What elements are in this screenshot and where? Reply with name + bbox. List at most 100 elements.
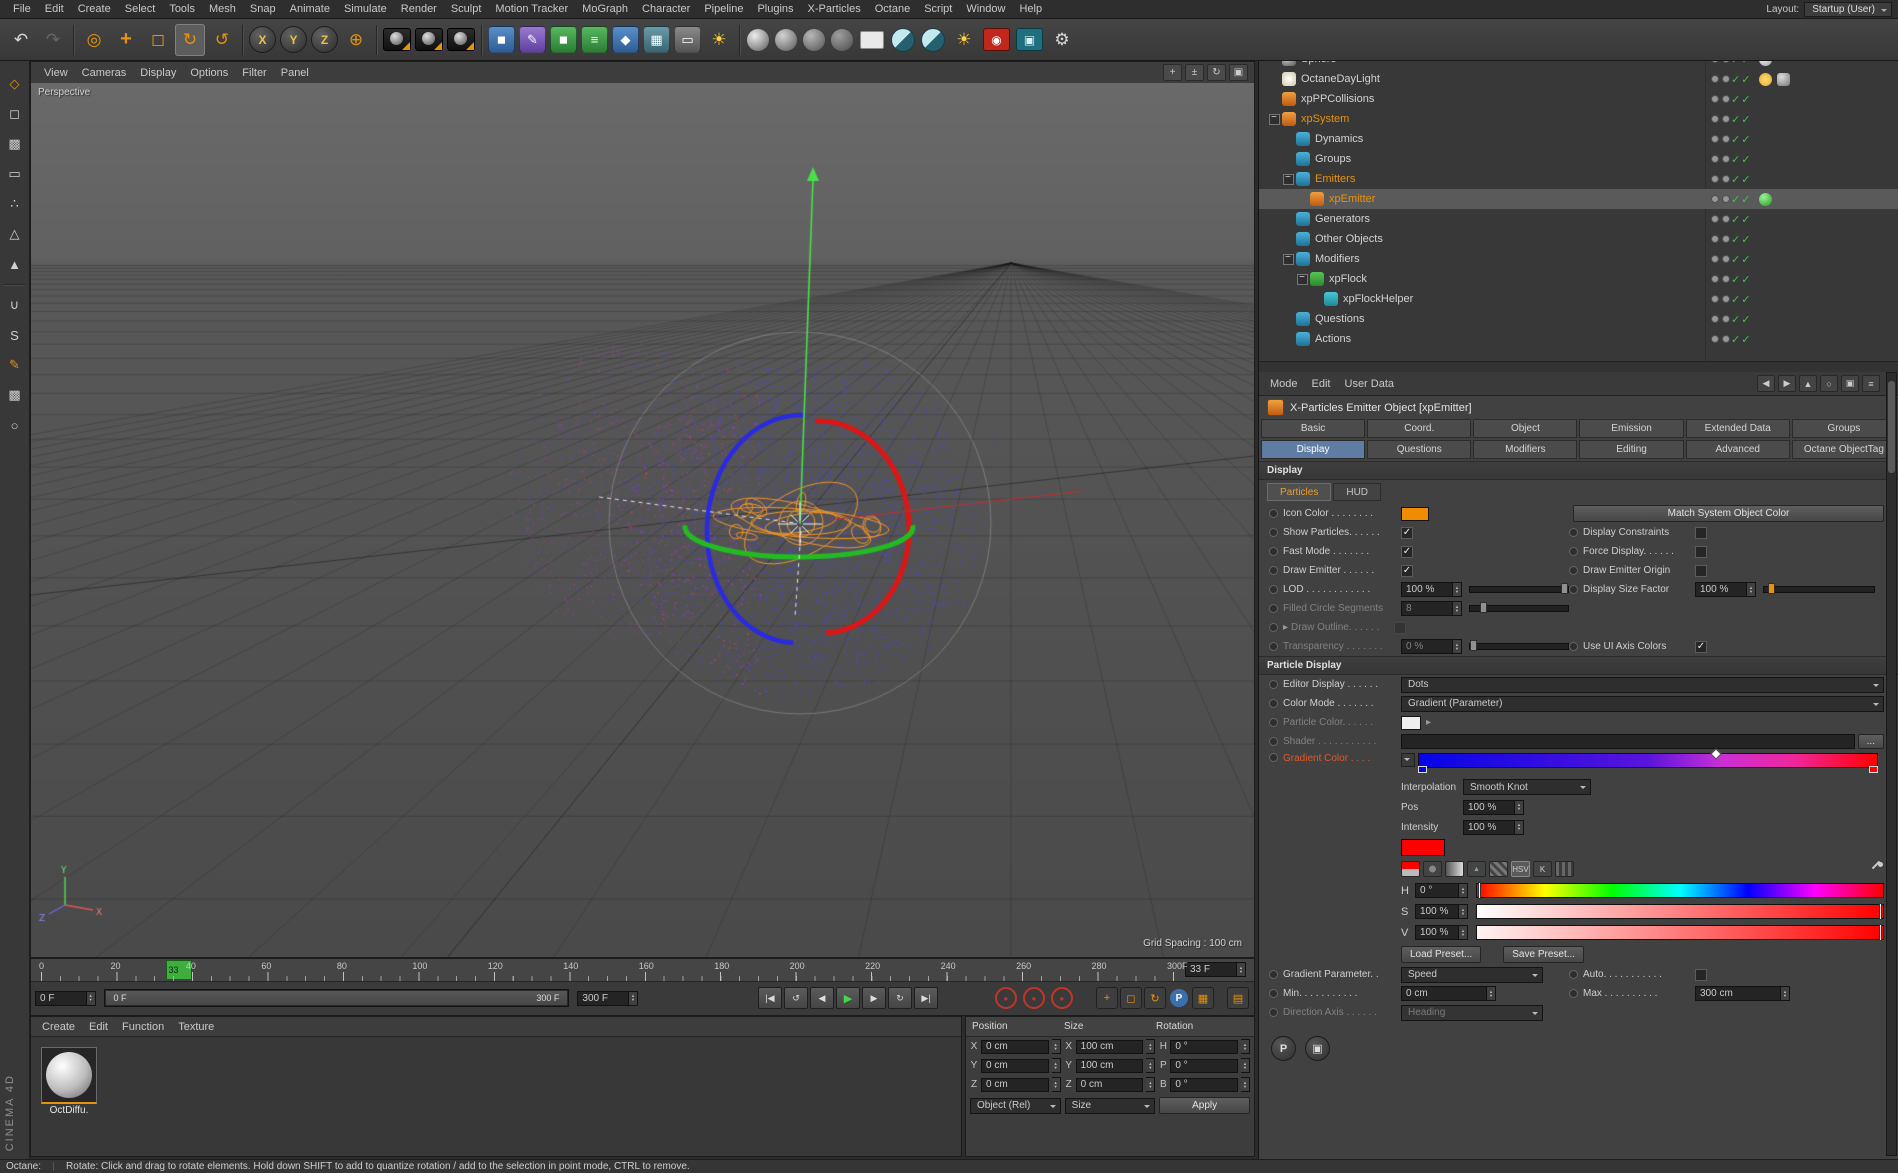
display-mode-box-icon[interactable] — [831, 28, 853, 51]
display-size-factor-field[interactable]: 100 % — [1695, 582, 1747, 597]
previous-frame-button[interactable]: ◀ — [809, 987, 834, 1009]
tab-extended-data[interactable]: Extended Data — [1685, 419, 1790, 438]
add-floor-icon[interactable] — [674, 26, 701, 53]
menu-item[interactable]: Sculpt — [444, 1, 489, 17]
render-settings-button[interactable] — [447, 28, 475, 51]
min-field[interactable]: 0 cm — [1401, 986, 1487, 1001]
saturation-bar[interactable] — [1476, 903, 1884, 920]
tree-item-xpPPCollisions[interactable]: xpPPCollisions ✓✓ — [1259, 89, 1898, 109]
material-name[interactable]: OctDiffu. — [37, 1105, 101, 1116]
current-frame-value[interactable]: 33 F — [1185, 962, 1237, 977]
history-back-icon[interactable]: ◀ — [1757, 375, 1775, 392]
collapse-icon[interactable] — [1269, 112, 1280, 125]
enable-check-icon[interactable]: ✓✓ — [1731, 273, 1751, 286]
pos-field[interactable]: 100 % — [1463, 799, 1515, 815]
tree-item-Generators[interactable]: Generators ✓✓ — [1259, 209, 1898, 229]
undo-icon[interactable] — [6, 24, 36, 56]
tab-emission[interactable]: Emission — [1579, 419, 1684, 438]
y-axis-lock-button[interactable]: Y — [280, 26, 307, 53]
stepper[interactable] — [1240, 1058, 1250, 1073]
snap-settings-icon[interactable]: S — [3, 323, 27, 347]
anim-dot[interactable] — [1269, 737, 1278, 746]
menu-item[interactable]: Motion Tracker — [488, 1, 575, 17]
current-frame-field[interactable]: 33 F — [1185, 962, 1246, 977]
tab-advanced[interactable]: Advanced — [1685, 440, 1790, 459]
attribute-menu-item[interactable]: Mode — [1263, 376, 1305, 392]
tree-item-xpSystem[interactable]: xpSystem ✓✓ — [1259, 109, 1898, 129]
tab-groups[interactable]: Groups — [1791, 419, 1896, 438]
material-menu-item[interactable]: Create — [35, 1019, 82, 1035]
visibility-dots[interactable] — [1711, 295, 1730, 303]
add-spline-icon[interactable] — [519, 26, 546, 53]
match-system-color-button[interactable]: Match System Object Color — [1573, 505, 1884, 522]
anim-dot[interactable] — [1269, 718, 1278, 727]
enable-check-icon[interactable]: ✓✓ — [1731, 73, 1751, 86]
menu-item[interactable]: Mesh — [202, 1, 243, 17]
viewport-menu-item[interactable]: View — [37, 66, 75, 80]
last-used-tool-icon[interactable] — [207, 24, 237, 56]
eyedropper-icon[interactable] — [1868, 861, 1884, 877]
points-mode-icon[interactable]: ∴ — [3, 192, 27, 216]
lock-icon[interactable]: ▣ — [1841, 375, 1859, 392]
rotation-p-field[interactable]: 0 ° — [1170, 1058, 1238, 1073]
keyframe-parameter-toggle[interactable]: P — [1169, 989, 1188, 1007]
menu-item[interactable]: Create — [71, 1, 118, 17]
particle-display-section-header[interactable]: Particle Display — [1259, 656, 1898, 675]
anim-dot[interactable] — [1269, 753, 1278, 762]
viewport-menu-item[interactable]: Cameras — [75, 66, 134, 80]
stepper[interactable] — [1146, 1039, 1156, 1054]
stepper[interactable] — [1459, 925, 1468, 940]
stepper[interactable] — [1051, 1077, 1061, 1092]
add-deformer-icon[interactable] — [612, 26, 639, 53]
color-preview-icon[interactable] — [1401, 861, 1420, 877]
tab-questions[interactable]: Questions — [1367, 440, 1472, 459]
chevron-right-icon[interactable]: ▸ — [1283, 622, 1288, 633]
model-mode-icon[interactable]: ◻ — [3, 102, 27, 126]
range-end-field[interactable]: 300 F — [577, 990, 630, 1006]
collapse-icon[interactable] — [1283, 252, 1294, 265]
goto-end-button[interactable]: ▶| — [913, 987, 938, 1009]
gradient-editor[interactable] — [1418, 748, 1884, 773]
display-constraints-checkbox[interactable] — [1695, 526, 1707, 539]
uv-mode-icon[interactable]: ▩ — [3, 383, 27, 407]
enable-check-icon[interactable]: ✓✓ — [1731, 113, 1751, 126]
hue-bar[interactable] — [1476, 882, 1884, 899]
material-thumbnail[interactable] — [41, 1047, 97, 1104]
menu-item[interactable]: Edit — [38, 1, 71, 17]
visibility-dots[interactable] — [1711, 275, 1730, 283]
color-spectrum-icon[interactable] — [1445, 861, 1464, 877]
visibility-dots[interactable] — [1711, 75, 1730, 83]
autokey-options-toggle[interactable]: ▤ — [1226, 987, 1249, 1009]
menu-item[interactable]: Pipeline — [697, 1, 750, 17]
enable-check-icon[interactable]: ✓✓ — [1731, 213, 1751, 226]
visibility-dots[interactable] — [1711, 235, 1730, 243]
render-picture-viewer-button[interactable] — [415, 28, 443, 51]
keyframe-selection-button[interactable]: ● — [1050, 987, 1073, 1009]
tree-item-Modifiers[interactable]: Modifiers ✓✓ — [1259, 249, 1898, 269]
display-size-factor-slider[interactable] — [1763, 583, 1875, 594]
viewport-menu-item[interactable]: Filter — [235, 66, 273, 80]
tab-hud[interactable]: HUD — [1333, 483, 1382, 501]
tree-item-xpEmitter[interactable]: xpEmitter ✓✓ — [1259, 189, 1898, 209]
icon-color-swatch[interactable] — [1401, 506, 1429, 521]
size-x-field[interactable]: 100 cm — [1075, 1039, 1144, 1054]
make-editable-icon[interactable]: ◇ — [3, 72, 27, 96]
workplane-mode-icon[interactable]: ▭ — [3, 162, 27, 186]
anim-dot[interactable] — [1269, 566, 1278, 575]
interpolation-select[interactable]: Smooth Knot — [1463, 779, 1591, 795]
color-mode-select[interactable]: Gradient (Parameter) — [1401, 695, 1884, 712]
stepper[interactable] — [1747, 582, 1756, 597]
tab-particles[interactable]: Particles — [1267, 483, 1332, 501]
record-keyframe-button[interactable]: ● — [994, 987, 1017, 1009]
menu-item[interactable]: Plugins — [750, 1, 800, 17]
collapse-icon[interactable] — [1283, 172, 1294, 185]
enable-check-icon[interactable]: ✓✓ — [1731, 173, 1751, 186]
play-backwards-button[interactable]: ↺ — [783, 987, 808, 1009]
toggle-views-icon[interactable]: ▣ — [1229, 64, 1248, 81]
enable-check-icon[interactable]: ✓✓ — [1731, 133, 1751, 146]
gradient-knot-end[interactable] — [1869, 766, 1878, 773]
scrollbar-thumb[interactable] — [1888, 381, 1895, 473]
settings-gear-icon[interactable] — [1047, 24, 1077, 56]
redo-icon[interactable] — [38, 24, 68, 56]
color-swatches-icon[interactable] — [1489, 861, 1508, 877]
